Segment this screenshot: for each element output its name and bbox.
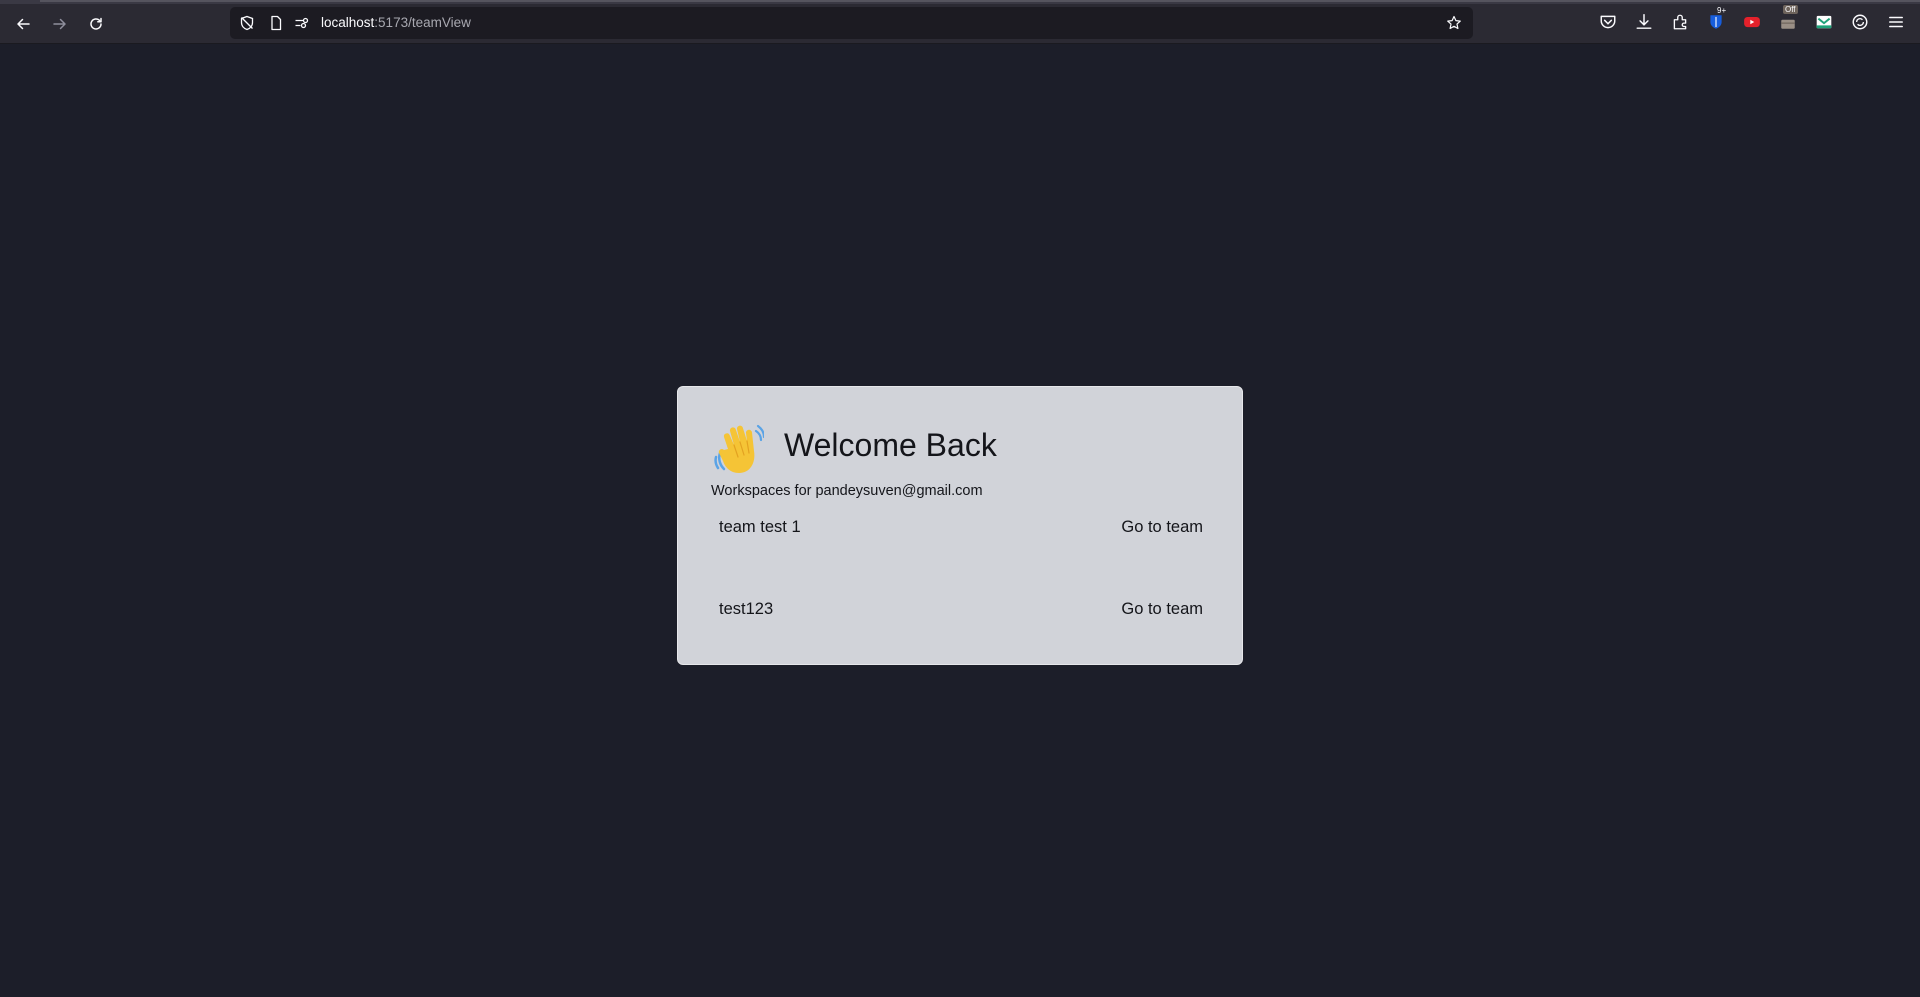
tracking-protection-icon[interactable]	[239, 15, 255, 31]
extension-off-icon	[1781, 19, 1795, 29]
mail-extension-icon	[1816, 15, 1832, 29]
extensions-icon	[1673, 14, 1687, 30]
team-row: team test 1 Go to team	[719, 518, 1203, 548]
extension-off-button[interactable]: Off	[1777, 5, 1799, 33]
waving-hand-icon	[714, 424, 764, 473]
extension-off-badge: Off	[1783, 5, 1798, 14]
reload-icon	[90, 17, 102, 30]
youtube-extension-icon	[1744, 16, 1760, 28]
sync-button[interactable]	[1849, 11, 1871, 33]
pocket-button[interactable]	[1597, 11, 1619, 33]
team-name: test123	[719, 600, 774, 618]
tab-edge	[40, 0, 1920, 2]
sync-icon	[1852, 14, 1868, 30]
page-info-icon[interactable]	[268, 15, 284, 31]
youtube-extension-button[interactable]	[1741, 11, 1763, 33]
tab-strip	[0, 0, 1920, 4]
go-to-team-button[interactable]: Go to team	[1121, 600, 1203, 619]
pocket-icon	[1600, 15, 1616, 29]
url-host: localhost	[321, 15, 375, 30]
back-button[interactable]	[9, 10, 37, 38]
team-row: test123 Go to team	[719, 600, 1203, 630]
url-path: :5173/teamView	[374, 15, 471, 30]
downloads-icon	[1636, 13, 1652, 29]
menu-button[interactable]	[1885, 11, 1907, 33]
url-text[interactable]: localhost:5173/teamView	[321, 15, 471, 30]
bitwarden-badge: 9+	[1717, 6, 1727, 15]
reload-button[interactable]	[82, 10, 110, 38]
url-bar[interactable]: localhost:5173/teamView	[230, 7, 1473, 39]
bitwarden-icon	[1710, 15, 1722, 29]
bitwarden-extension-button[interactable]: 9+	[1705, 6, 1727, 33]
workspace-card: Welcome Back Workspaces for pandeysuven@…	[677, 386, 1243, 665]
menu-icon	[1889, 16, 1903, 28]
permissions-icon[interactable]	[294, 15, 310, 31]
back-icon	[17, 18, 30, 30]
mail-extension-button[interactable]	[1813, 11, 1835, 33]
workspaces-subtitle: Workspaces for pandeysuven@gmail.com	[711, 483, 983, 499]
go-to-team-button[interactable]: Go to team	[1121, 518, 1203, 537]
downloads-button[interactable]	[1633, 11, 1655, 33]
bookmark-star-icon[interactable]	[1446, 15, 1462, 31]
forward-icon	[53, 18, 66, 30]
team-name: team test 1	[719, 518, 801, 536]
extensions-button[interactable]	[1669, 11, 1691, 33]
forward-button[interactable]	[46, 10, 74, 38]
browser-toolbar: localhost:5173/teamView 9+ Off	[0, 0, 1920, 44]
page-title: Welcome Back	[784, 427, 997, 463]
